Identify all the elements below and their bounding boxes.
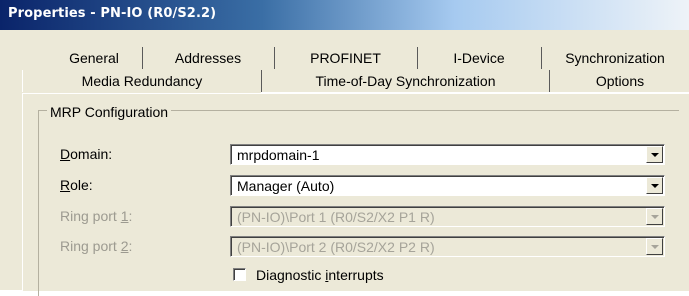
diagnostic-interrupts-checkbox[interactable]	[233, 268, 246, 281]
ring-port-2-label: Ring port 2:	[60, 238, 133, 254]
group-title: MRP Configuration	[47, 104, 172, 120]
tab-time-of-day-synchronization[interactable]: Time-of-Day Synchronization	[262, 70, 550, 92]
diagnostic-interrupts-label[interactable]: Diagnostic interrupts	[256, 267, 384, 283]
tab-synchronization[interactable]: Synchronization	[541, 47, 689, 69]
role-label: Role:	[60, 177, 93, 193]
tab-profinet[interactable]: PROFINET	[274, 47, 418, 69]
chevron-down-icon	[651, 215, 659, 219]
tab-media-redundancy[interactable]: Media Redundancy	[22, 70, 262, 92]
chevron-down-icon	[651, 184, 659, 188]
ring-port-1-label: Ring port 1:	[60, 208, 133, 224]
ring-port-1-combobox[interactable]: (PN-IO)\Port 1 (R0/S2/X2 P1 R)	[230, 206, 665, 227]
tab-addresses[interactable]: Addresses	[142, 47, 275, 69]
tab-i-device[interactable]: I-Device	[417, 47, 542, 69]
domain-value: mrpdomain-1	[237, 147, 320, 163]
window-title: Properties - PN-IO (R0/S2.2)	[8, 6, 217, 21]
ring-port-1-dropdown-button[interactable]	[646, 208, 663, 225]
tab-general[interactable]: General	[46, 47, 143, 69]
role-combobox[interactable]: Manager (Auto)	[230, 175, 665, 196]
ring-port-2-value: (PN-IO)\Port 2 (R0/S2/X2 P2 R)	[237, 239, 435, 255]
ring-port-2-combobox[interactable]: (PN-IO)\Port 2 (R0/S2/X2 P2 R)	[230, 236, 665, 257]
domain-mnemonic: D	[60, 146, 71, 162]
ring-port-1-value: (PN-IO)\Port 1 (R0/S2/X2 P1 R)	[237, 209, 435, 225]
title-bar[interactable]: Properties - PN-IO (R0/S2.2)	[0, 0, 689, 30]
ring-port-1-mnemonic: 1	[120, 208, 129, 224]
domain-dropdown-button[interactable]	[646, 146, 663, 163]
chevron-down-icon	[651, 153, 659, 157]
role-dropdown-button[interactable]	[646, 177, 663, 194]
domain-label: Domain:	[60, 146, 113, 162]
ring-port-2-dropdown-button[interactable]	[646, 238, 663, 255]
chevron-down-icon	[651, 245, 659, 249]
tab-options[interactable]: Options	[551, 70, 689, 92]
ring-port-2-mnemonic: 2	[120, 238, 129, 254]
role-mnemonic: R	[60, 177, 71, 193]
domain-combobox[interactable]: mrpdomain-1	[230, 144, 665, 165]
role-value: Manager (Auto)	[237, 178, 335, 194]
